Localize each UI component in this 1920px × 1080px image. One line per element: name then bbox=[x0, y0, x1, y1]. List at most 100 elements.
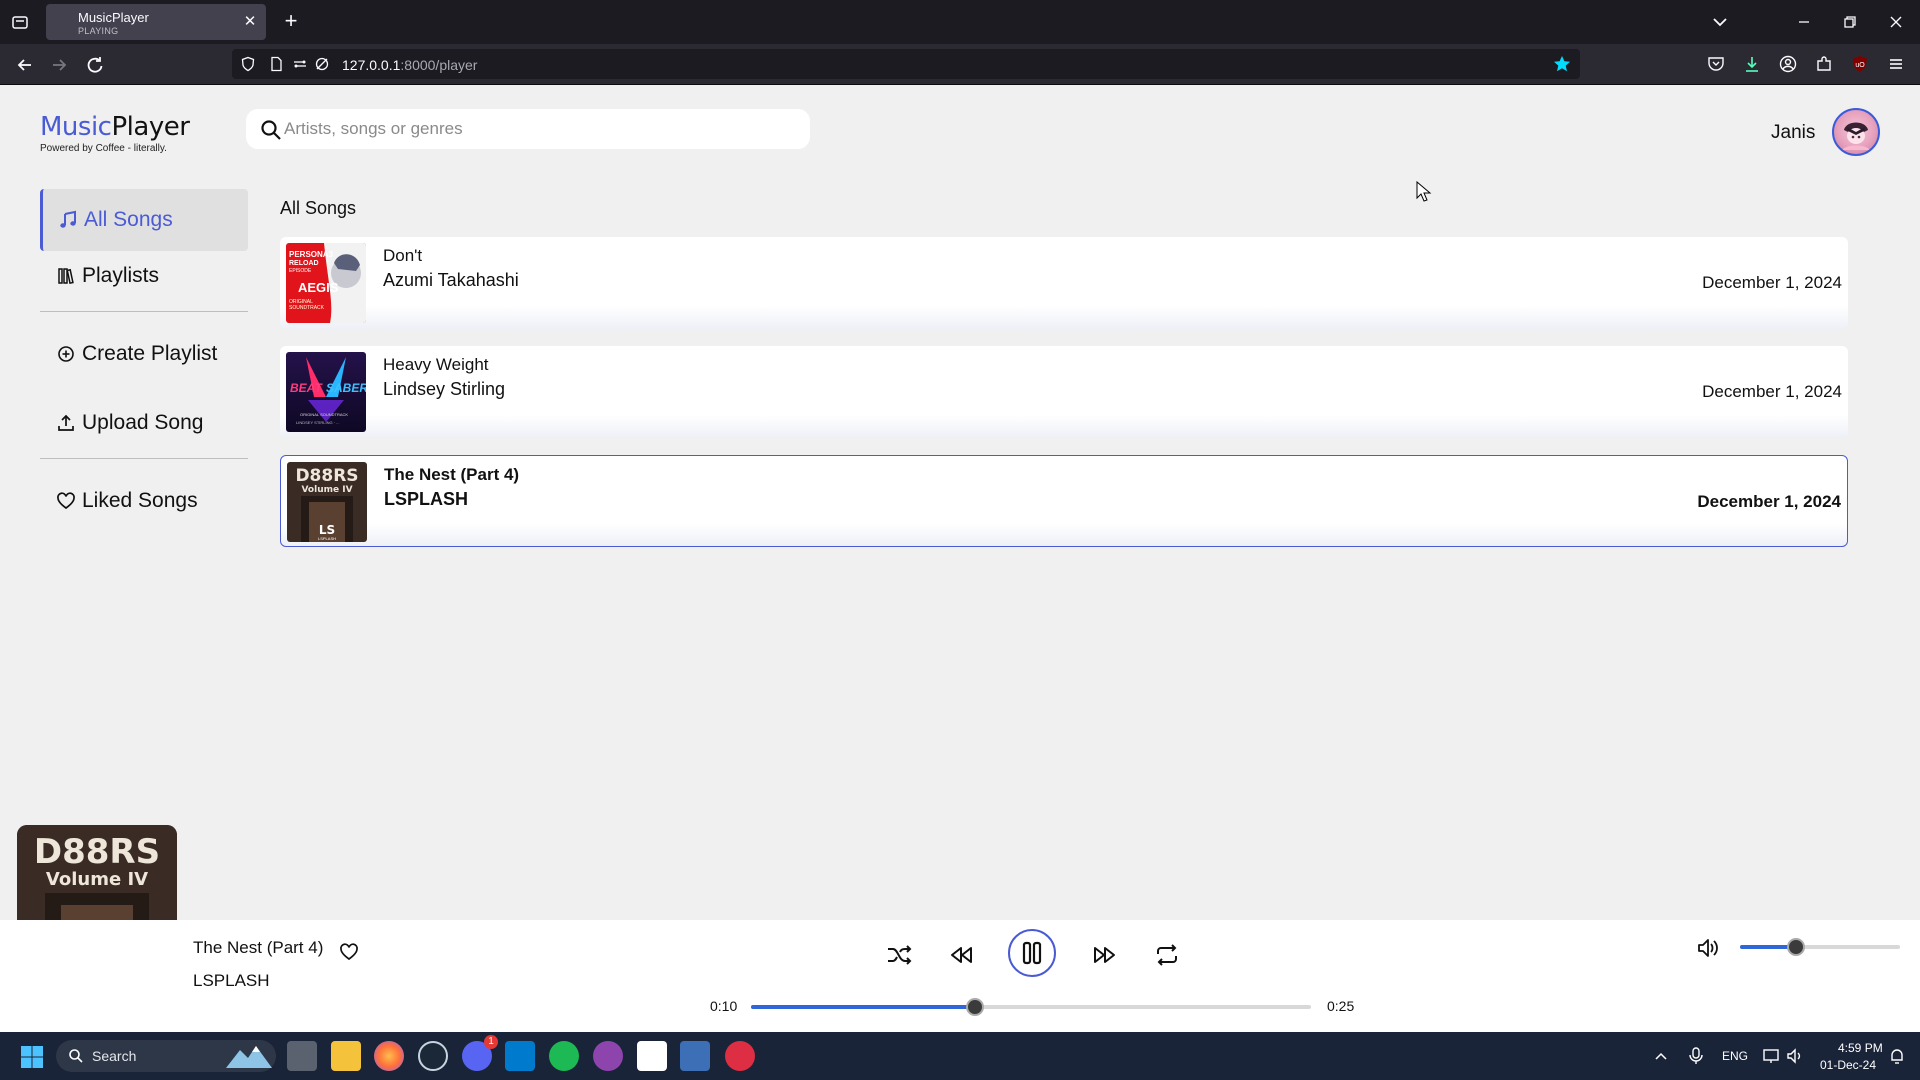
svg-text:D88RS: D88RS bbox=[34, 832, 160, 872]
volume-slider[interactable] bbox=[1740, 938, 1900, 956]
playlist-icon bbox=[58, 268, 74, 285]
extensions-icon[interactable] bbox=[1814, 54, 1834, 74]
tab-overflow-icon[interactable] bbox=[1708, 10, 1732, 34]
spotify-icon[interactable] bbox=[549, 1041, 579, 1071]
player-bar: The Nest (Part 4) LSPLASH 0:10 0:25 bbox=[0, 920, 1920, 1032]
restore-icon[interactable] bbox=[1838, 10, 1862, 34]
now-playing-artist: LSPLASH bbox=[193, 971, 270, 990]
page-icon[interactable] bbox=[268, 56, 284, 72]
avatar-image bbox=[1842, 122, 1870, 150]
mountain-highlight-icon bbox=[226, 1046, 272, 1068]
volume-handle[interactable] bbox=[1787, 938, 1805, 956]
search-bar bbox=[246, 109, 810, 149]
song-date: December 1, 2024 bbox=[1702, 273, 1842, 292]
network-icon[interactable] bbox=[1762, 1047, 1780, 1065]
taskbar-search-label: Search bbox=[92, 1048, 137, 1064]
close-window-icon[interactable] bbox=[1884, 10, 1908, 34]
svg-text:uO: uO bbox=[1855, 62, 1865, 69]
url-text[interactable]: 127.0.0.1:8000/player bbox=[342, 57, 477, 73]
pocket-icon[interactable] bbox=[1706, 54, 1726, 74]
bookmark-star-icon[interactable] bbox=[1552, 54, 1572, 74]
tray-chevron-up-icon[interactable] bbox=[1654, 1049, 1668, 1063]
volume-icon[interactable] bbox=[1695, 935, 1721, 961]
downloads-icon[interactable] bbox=[1742, 54, 1762, 74]
autoplay-icon[interactable] bbox=[314, 56, 330, 72]
clock-time[interactable]: 4:59 PM bbox=[1838, 1041, 1883, 1055]
progress-handle[interactable] bbox=[966, 998, 984, 1016]
close-tab-icon[interactable]: ✕ bbox=[242, 14, 258, 30]
avatar[interactable] bbox=[1832, 108, 1880, 156]
svg-text:SOUNDTRACK: SOUNDTRACK bbox=[289, 305, 325, 311]
menu-icon[interactable] bbox=[1886, 54, 1906, 74]
repeat-icon[interactable] bbox=[1152, 940, 1182, 970]
firefox-icon[interactable] bbox=[374, 1041, 404, 1071]
logo[interactable]: MusicPlayer Powered by Coffee - literall… bbox=[40, 112, 190, 154]
pause-button[interactable] bbox=[1008, 929, 1056, 977]
clock-date[interactable]: 01-Dec-24 bbox=[1820, 1058, 1876, 1072]
search-icon bbox=[69, 1049, 83, 1063]
progress-bar[interactable] bbox=[751, 998, 1311, 1016]
reload-icon[interactable] bbox=[82, 52, 108, 78]
back-icon[interactable] bbox=[12, 52, 38, 78]
svg-text:Volume IV: Volume IV bbox=[301, 485, 352, 495]
sidebar-item-liked-songs[interactable]: Liked Songs bbox=[40, 470, 248, 532]
svg-text:PERSONA3: PERSONA3 bbox=[289, 250, 334, 259]
user-name[interactable]: Janis bbox=[1771, 122, 1815, 144]
language-indicator[interactable]: ENG bbox=[1722, 1049, 1748, 1063]
sidebar-divider bbox=[40, 458, 248, 459]
browser-tab-bar: MusicPlayer PLAYING ✕ + bbox=[0, 0, 1920, 44]
sidebar-item-all-songs[interactable]: All Songs bbox=[40, 189, 248, 251]
song-date: December 1, 2024 bbox=[1697, 492, 1841, 511]
song-artist: Lindsey Stirling bbox=[383, 379, 506, 399]
svg-text:BEAT: BEAT bbox=[290, 381, 323, 395]
ublock-icon[interactable]: uO bbox=[1850, 54, 1870, 74]
vscode-icon[interactable] bbox=[505, 1041, 535, 1071]
file-explorer-icon[interactable] bbox=[331, 1041, 361, 1071]
app-icon-blue[interactable] bbox=[680, 1041, 710, 1071]
shuffle-icon[interactable] bbox=[884, 940, 914, 970]
now-playing-title: The Nest (Part 4) bbox=[193, 938, 324, 957]
search-input[interactable] bbox=[284, 109, 784, 149]
sidebar-item-create-playlist[interactable]: Create Playlist bbox=[40, 323, 248, 385]
svg-text:LSPLASH: LSPLASH bbox=[318, 536, 336, 541]
permissions-icon[interactable] bbox=[292, 56, 308, 72]
song-row[interactable]: PERSONA3 RELOAD EPISODE AEGIS ORIGINAL S… bbox=[280, 237, 1848, 329]
notifications-icon[interactable] bbox=[1888, 1047, 1906, 1065]
svg-text:LINDSEY STIRLING · ...: LINDSEY STIRLING · ... bbox=[296, 420, 340, 425]
taskbar-search[interactable]: Search bbox=[56, 1040, 276, 1072]
search-icon bbox=[261, 120, 281, 140]
windows-start-icon[interactable] bbox=[20, 1045, 44, 1069]
svg-text:Volume IV: Volume IV bbox=[46, 869, 148, 890]
svg-text:EPISODE: EPISODE bbox=[289, 268, 312, 274]
song-artist: Azumi Takahashi bbox=[383, 270, 519, 290]
new-tab-icon[interactable]: + bbox=[280, 10, 302, 32]
7zip-icon[interactable] bbox=[637, 1041, 667, 1071]
song-row-selected[interactable]: D88RS Volume IV LS LSPLASH The Nest (Par… bbox=[280, 455, 1848, 547]
rewind-icon[interactable] bbox=[946, 940, 976, 970]
shield-icon[interactable] bbox=[240, 56, 256, 72]
microphone-icon[interactable] bbox=[1688, 1047, 1704, 1065]
minimize-icon[interactable] bbox=[1792, 10, 1816, 34]
forward-icon[interactable] bbox=[46, 52, 72, 78]
fast-forward-icon[interactable] bbox=[1090, 940, 1120, 970]
url-bar[interactable]: 127.0.0.1:8000/player bbox=[232, 49, 1580, 79]
browser-tab[interactable]: MusicPlayer PLAYING ✕ bbox=[46, 4, 266, 40]
logo-player: Player bbox=[111, 112, 190, 142]
app-icon-purple[interactable] bbox=[593, 1041, 623, 1071]
account-icon[interactable] bbox=[1778, 54, 1798, 74]
album-cover-doors: D88RS Volume IV LS LSPLASH bbox=[287, 462, 367, 542]
sidebar-item-upload-song[interactable]: Upload Song bbox=[40, 392, 248, 454]
task-view-icon[interactable] bbox=[287, 1041, 317, 1071]
like-heart-icon[interactable] bbox=[339, 942, 359, 962]
tab-list-icon[interactable] bbox=[10, 12, 30, 32]
logo-music: Music bbox=[40, 112, 112, 142]
song-row[interactable]: BEAT SABER ORIGINAL SOUNDTRACK LINDSEY S… bbox=[280, 346, 1848, 438]
app-icon-red[interactable] bbox=[725, 1041, 755, 1071]
sidebar-item-playlists[interactable]: Playlists bbox=[40, 245, 248, 307]
steam-icon[interactable] bbox=[418, 1041, 448, 1071]
discord-icon[interactable]: 1 bbox=[462, 1035, 498, 1071]
speaker-icon[interactable] bbox=[1786, 1047, 1804, 1065]
song-title: The Nest (Part 4) bbox=[384, 465, 520, 484]
svg-text:SABER: SABER bbox=[326, 381, 366, 395]
svg-text:LS: LS bbox=[319, 523, 335, 537]
